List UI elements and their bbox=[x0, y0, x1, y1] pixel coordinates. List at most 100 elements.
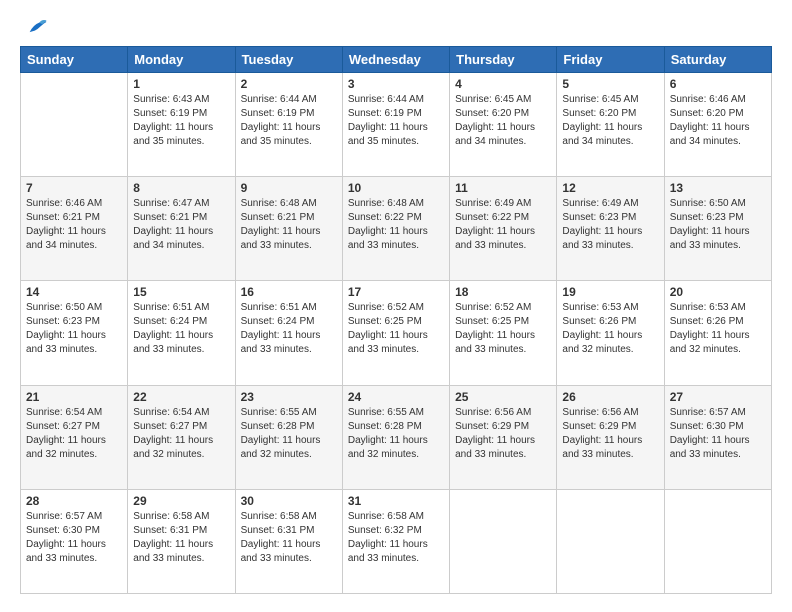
calendar-cell: 22 Sunrise: 6:54 AMSunset: 6:27 PMDayligh… bbox=[128, 385, 235, 489]
day-info: Sunrise: 6:46 AMSunset: 6:20 PMDaylight:… bbox=[670, 93, 766, 149]
day-info: Sunrise: 6:58 AMSunset: 6:31 PMDaylight:… bbox=[241, 510, 337, 566]
calendar-week-2: 7 Sunrise: 6:46 AMSunset: 6:21 PMDaylight… bbox=[21, 177, 772, 281]
day-number: 31 bbox=[348, 494, 444, 508]
logo bbox=[20, 18, 48, 36]
day-number: 16 bbox=[241, 285, 337, 299]
calendar-cell: 17 Sunrise: 6:52 AMSunset: 6:25 PMDayligh… bbox=[342, 281, 449, 385]
day-info: Sunrise: 6:57 AMSunset: 6:30 PMDaylight:… bbox=[670, 406, 766, 462]
day-info: Sunrise: 6:45 AMSunset: 6:20 PMDaylight:… bbox=[455, 93, 551, 149]
day-number: 30 bbox=[241, 494, 337, 508]
day-info: Sunrise: 6:54 AMSunset: 6:27 PMDaylight:… bbox=[26, 406, 122, 462]
day-info: Sunrise: 6:50 AMSunset: 6:23 PMDaylight:… bbox=[670, 197, 766, 253]
calendar-header-saturday: Saturday bbox=[664, 47, 771, 73]
calendar-header-tuesday: Tuesday bbox=[235, 47, 342, 73]
day-number: 17 bbox=[348, 285, 444, 299]
calendar-cell: 16 Sunrise: 6:51 AMSunset: 6:24 PMDayligh… bbox=[235, 281, 342, 385]
day-number: 23 bbox=[241, 390, 337, 404]
page: SundayMondayTuesdayWednesdayThursdayFrid… bbox=[0, 0, 792, 612]
calendar-cell: 30 Sunrise: 6:58 AMSunset: 6:31 PMDayligh… bbox=[235, 489, 342, 593]
calendar-cell: 6Sunrise: 6:46 AMSunset: 6:20 PMDaylight… bbox=[664, 73, 771, 177]
calendar-cell: 28Sunrise: 6:57 AMSunset: 6:30 PMDayligh… bbox=[21, 489, 128, 593]
day-number: 1 bbox=[133, 77, 229, 91]
day-number: 11 bbox=[455, 181, 551, 195]
day-info: Sunrise: 6:47 AMSunset: 6:21 PMDaylight:… bbox=[133, 197, 229, 253]
calendar-cell: 20 Sunrise: 6:53 AMSunset: 6:26 PMDayligh… bbox=[664, 281, 771, 385]
calendar-header-sunday: Sunday bbox=[21, 47, 128, 73]
calendar-cell: 4 Sunrise: 6:45 AMSunset: 6:20 PMDaylight… bbox=[450, 73, 557, 177]
calendar-cell: 31 Sunrise: 6:58 AMSunset: 6:32 PMDayligh… bbox=[342, 489, 449, 593]
calendar-cell bbox=[664, 489, 771, 593]
calendar-week-4: 21 Sunrise: 6:54 AMSunset: 6:27 PMDayligh… bbox=[21, 385, 772, 489]
day-number: 27 bbox=[670, 390, 766, 404]
calendar-cell: 9 Sunrise: 6:48 AMSunset: 6:21 PMDaylight… bbox=[235, 177, 342, 281]
calendar-header-friday: Friday bbox=[557, 47, 664, 73]
day-info: Sunrise: 6:54 AMSunset: 6:27 PMDaylight:… bbox=[133, 406, 229, 462]
day-info: Sunrise: 6:48 AMSunset: 6:21 PMDaylight:… bbox=[241, 197, 337, 253]
day-number: 10 bbox=[348, 181, 444, 195]
calendar-cell: 26 Sunrise: 6:56 AMSunset: 6:29 PMDayligh… bbox=[557, 385, 664, 489]
day-number: 22 bbox=[133, 390, 229, 404]
day-info: Sunrise: 6:55 AMSunset: 6:28 PMDaylight:… bbox=[241, 406, 337, 462]
day-info: Sunrise: 6:57 AMSunset: 6:30 PMDaylight:… bbox=[26, 510, 122, 566]
calendar-cell: 29 Sunrise: 6:58 AMSunset: 6:31 PMDayligh… bbox=[128, 489, 235, 593]
day-info: Sunrise: 6:56 AMSunset: 6:29 PMDaylight:… bbox=[562, 406, 658, 462]
calendar-cell: 21 Sunrise: 6:54 AMSunset: 6:27 PMDayligh… bbox=[21, 385, 128, 489]
day-info: Sunrise: 6:58 AMSunset: 6:32 PMDaylight:… bbox=[348, 510, 444, 566]
calendar-cell bbox=[450, 489, 557, 593]
calendar-week-1: 1Sunrise: 6:43 AMSunset: 6:19 PMDaylight… bbox=[21, 73, 772, 177]
day-number: 12 bbox=[562, 181, 658, 195]
calendar-cell bbox=[557, 489, 664, 593]
day-number: 18 bbox=[455, 285, 551, 299]
calendar-cell: 15Sunrise: 6:51 AMSunset: 6:24 PMDayligh… bbox=[128, 281, 235, 385]
day-info: Sunrise: 6:46 AMSunset: 6:21 PMDaylight:… bbox=[26, 197, 122, 253]
day-number: 2 bbox=[241, 77, 337, 91]
day-info: Sunrise: 6:56 AMSunset: 6:29 PMDaylight:… bbox=[455, 406, 551, 462]
calendar-cell: 27 Sunrise: 6:57 AMSunset: 6:30 PMDayligh… bbox=[664, 385, 771, 489]
day-info: Sunrise: 6:58 AMSunset: 6:31 PMDaylight:… bbox=[133, 510, 229, 566]
calendar-cell: 7 Sunrise: 6:46 AMSunset: 6:21 PMDaylight… bbox=[21, 177, 128, 281]
day-number: 21 bbox=[26, 390, 122, 404]
calendar-header-row: SundayMondayTuesdayWednesdayThursdayFrid… bbox=[21, 47, 772, 73]
day-number: 20 bbox=[670, 285, 766, 299]
day-info: Sunrise: 6:53 AMSunset: 6:26 PMDaylight:… bbox=[670, 301, 766, 357]
day-info: Sunrise: 6:52 AMSunset: 6:25 PMDaylight:… bbox=[455, 301, 551, 357]
day-info: Sunrise: 6:50 AMSunset: 6:23 PMDaylight:… bbox=[26, 301, 122, 357]
day-number: 26 bbox=[562, 390, 658, 404]
day-info: Sunrise: 6:44 AMSunset: 6:19 PMDaylight:… bbox=[241, 93, 337, 149]
calendar-cell: 1Sunrise: 6:43 AMSunset: 6:19 PMDaylight… bbox=[128, 73, 235, 177]
calendar-cell: 2 Sunrise: 6:44 AMSunset: 6:19 PMDaylight… bbox=[235, 73, 342, 177]
day-number: 24 bbox=[348, 390, 444, 404]
day-info: Sunrise: 6:52 AMSunset: 6:25 PMDaylight:… bbox=[348, 301, 444, 357]
day-number: 15 bbox=[133, 285, 229, 299]
day-number: 25 bbox=[455, 390, 551, 404]
calendar-week-5: 28Sunrise: 6:57 AMSunset: 6:30 PMDayligh… bbox=[21, 489, 772, 593]
calendar: SundayMondayTuesdayWednesdayThursdayFrid… bbox=[20, 46, 772, 594]
calendar-cell: 24Sunrise: 6:55 AMSunset: 6:28 PMDayligh… bbox=[342, 385, 449, 489]
day-number: 4 bbox=[455, 77, 551, 91]
calendar-cell: 3Sunrise: 6:44 AMSunset: 6:19 PMDaylight… bbox=[342, 73, 449, 177]
logo-bird-icon bbox=[26, 18, 48, 36]
day-number: 7 bbox=[26, 181, 122, 195]
day-number: 9 bbox=[241, 181, 337, 195]
day-info: Sunrise: 6:53 AMSunset: 6:26 PMDaylight:… bbox=[562, 301, 658, 357]
calendar-cell: 11Sunrise: 6:49 AMSunset: 6:22 PMDayligh… bbox=[450, 177, 557, 281]
day-number: 13 bbox=[670, 181, 766, 195]
calendar-week-3: 14 Sunrise: 6:50 AMSunset: 6:23 PMDayligh… bbox=[21, 281, 772, 385]
calendar-cell: 8Sunrise: 6:47 AMSunset: 6:21 PMDaylight… bbox=[128, 177, 235, 281]
day-number: 29 bbox=[133, 494, 229, 508]
calendar-cell: 19 Sunrise: 6:53 AMSunset: 6:26 PMDayligh… bbox=[557, 281, 664, 385]
calendar-cell: 25 Sunrise: 6:56 AMSunset: 6:29 PMDayligh… bbox=[450, 385, 557, 489]
header bbox=[20, 18, 772, 36]
calendar-cell: 14 Sunrise: 6:50 AMSunset: 6:23 PMDayligh… bbox=[21, 281, 128, 385]
calendar-header-monday: Monday bbox=[128, 47, 235, 73]
calendar-cell bbox=[21, 73, 128, 177]
day-info: Sunrise: 6:45 AMSunset: 6:20 PMDaylight:… bbox=[562, 93, 658, 149]
day-info: Sunrise: 6:49 AMSunset: 6:23 PMDaylight:… bbox=[562, 197, 658, 253]
day-number: 19 bbox=[562, 285, 658, 299]
day-info: Sunrise: 6:51 AMSunset: 6:24 PMDaylight:… bbox=[241, 301, 337, 357]
day-info: Sunrise: 6:48 AMSunset: 6:22 PMDaylight:… bbox=[348, 197, 444, 253]
calendar-cell: 18 Sunrise: 6:52 AMSunset: 6:25 PMDayligh… bbox=[450, 281, 557, 385]
calendar-cell: 12 Sunrise: 6:49 AMSunset: 6:23 PMDayligh… bbox=[557, 177, 664, 281]
day-number: 3 bbox=[348, 77, 444, 91]
day-number: 14 bbox=[26, 285, 122, 299]
